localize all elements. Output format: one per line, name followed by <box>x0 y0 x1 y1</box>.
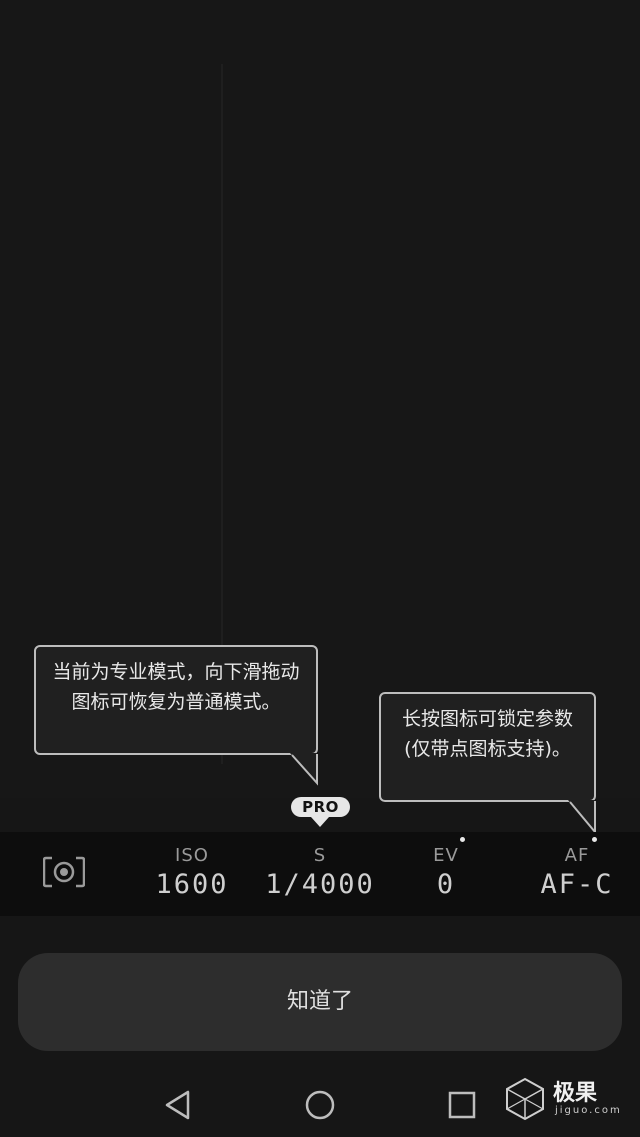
iso-label: ISO <box>175 845 209 866</box>
watermark-domain: jiguo.com <box>555 1105 622 1116</box>
af-control[interactable]: AF AF-C <box>520 846 634 902</box>
watermark-logo-text: 极果 <box>553 1081 598 1106</box>
af-value: AF-C <box>540 869 614 900</box>
watermark: 极果 jiguo.com <box>503 1075 633 1127</box>
lock-param-tooltip-text: 长按图标可锁定参数 (仅带点图标支持)。 <box>401 708 573 760</box>
ev-value: 0 <box>436 869 456 900</box>
got-it-button[interactable]: 知道了 <box>18 953 622 1051</box>
lock-param-tooltip-tail <box>568 800 596 835</box>
pro-handle-arrow-icon <box>311 817 329 827</box>
iso-control[interactable]: ISO 1600 <box>142 846 242 902</box>
pro-mode-tooltip-text: 当前为专业模式，向下滑拖动图标可恢复为普通模式。 <box>52 661 300 713</box>
recent-square-icon[interactable] <box>442 1085 482 1125</box>
back-triangle-icon[interactable] <box>158 1085 198 1125</box>
iso-value: 1600 <box>155 869 229 900</box>
ev-label: EV <box>433 845 459 866</box>
shutter-control[interactable]: S 1/4000 <box>262 846 378 902</box>
ev-lockable-dot <box>460 837 465 842</box>
home-circle-icon[interactable] <box>300 1085 340 1125</box>
shutter-label: S <box>313 845 327 866</box>
pro-mode-tooltip: 当前为专业模式，向下滑拖动图标可恢复为普通模式。 <box>34 645 318 755</box>
watermark-logo-icon <box>506 1077 544 1121</box>
af-lockable-dot <box>592 837 597 842</box>
shutter-value: 1/4000 <box>265 869 375 900</box>
ev-control[interactable]: EV 0 <box>406 846 486 902</box>
pro-mode-tooltip-tail <box>290 753 318 786</box>
pro-mode-handle[interactable]: PRO <box>291 797 350 817</box>
metering-icon[interactable] <box>43 856 85 888</box>
lock-param-tooltip: 长按图标可锁定参数 (仅带点图标支持)。 <box>379 692 596 802</box>
af-label: AF <box>564 845 590 866</box>
